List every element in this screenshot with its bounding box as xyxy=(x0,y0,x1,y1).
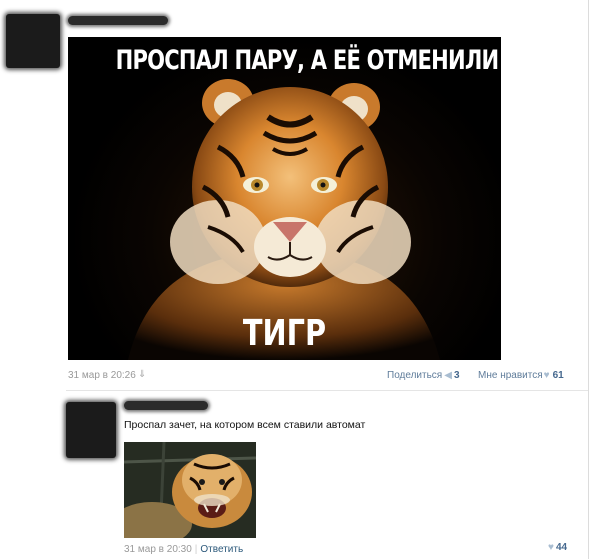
meme-top-caption: ПРОСПАЛ ПАРУ, А ЕЁ ОТМЕНИЛИ xyxy=(115,45,500,76)
post-author-avatar[interactable] xyxy=(6,14,60,68)
heart-icon: ♥ xyxy=(543,370,550,381)
reply-link[interactable]: Ответить xyxy=(200,544,243,555)
heart-icon: ♥ xyxy=(548,542,554,553)
share-button[interactable]: Поделиться ◀ 3 xyxy=(387,370,460,381)
share-count: 3 xyxy=(453,370,460,381)
meme-image[interactable]: ПРОСПАЛ ПАРУ, А ЕЁ ОТМЕНИЛИ ТИГР xyxy=(68,37,501,360)
comment-author-name[interactable] xyxy=(124,401,208,410)
comment-date[interactable]: 31 мар в 20:30 xyxy=(124,544,192,555)
comment-text: Проспал зачет, на котором всем ставили а… xyxy=(124,419,366,431)
page-border xyxy=(588,0,589,559)
tiger-photo-illustration xyxy=(124,442,256,538)
like-button[interactable]: Мне нравится♥ 61 xyxy=(478,370,564,381)
comment-like-count: 44 xyxy=(555,542,568,553)
post-date[interactable]: 31 мар в 20:26 xyxy=(68,370,136,381)
like-label: Мне нравится xyxy=(478,370,543,381)
comment-photo[interactable] xyxy=(124,442,256,538)
post-author-name[interactable] xyxy=(68,16,168,25)
pin-icon: ⇓ xyxy=(138,369,147,380)
tiger-illustration xyxy=(128,79,440,360)
share-label: Поделиться xyxy=(387,370,443,381)
meme-bottom-caption: ТИГР xyxy=(242,313,327,354)
divider xyxy=(66,390,588,391)
like-count: 61 xyxy=(552,370,564,381)
comment-separator: | xyxy=(194,544,198,555)
comment-author-avatar[interactable] xyxy=(66,402,116,458)
comment-like-button[interactable]: ♥ 44 xyxy=(548,542,567,553)
comment-meta: 31 мар в 20:30 | Ответить xyxy=(124,544,243,555)
megaphone-icon: ◀ xyxy=(444,370,452,381)
